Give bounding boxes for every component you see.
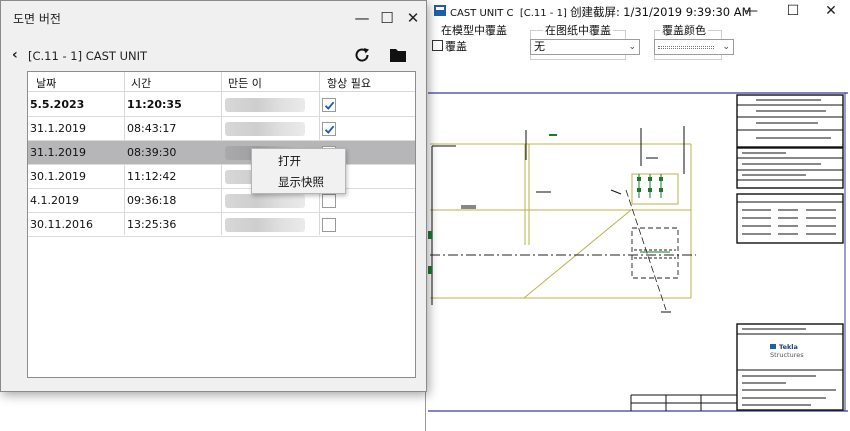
date-cell: 31.1.2019 xyxy=(30,146,86,159)
folder-icon[interactable] xyxy=(389,47,407,63)
tekla-logo-line1: Tekla xyxy=(779,343,798,351)
column-header-date[interactable]: 날짜 xyxy=(36,75,56,91)
snapshot-title-mark: [C.11 - 1] xyxy=(519,8,567,19)
maximize-icon[interactable]: ☐ xyxy=(773,0,813,22)
minimize-icon[interactable]: — xyxy=(731,0,771,22)
tekla-logo-line2: Structures xyxy=(770,351,804,359)
column-header-time[interactable]: 시간 xyxy=(131,75,151,91)
table-row[interactable]: 31.1.2019 08:43:17 xyxy=(28,117,415,141)
time-cell: 11:20:35 xyxy=(127,98,182,111)
context-menu-item-show-snapshot[interactable]: 显示快照 xyxy=(252,172,345,192)
drawing-versions-dialog: 도면 버전 — ☐ ✕ ‹ [C.11 - 1] CAST UNIT 날짜 시간… xyxy=(0,0,427,392)
snapshot-title-app: CAST UNIT C xyxy=(450,8,514,19)
back-icon[interactable]: ‹ xyxy=(12,48,18,62)
minimize-icon[interactable]: — xyxy=(351,7,373,29)
blurred-author-cell xyxy=(225,194,305,208)
context-menu-item-open[interactable]: 打开 xyxy=(252,151,345,171)
dialog-titlebar[interactable]: 도면 버전 — ☐ ✕ xyxy=(1,1,426,35)
checkmark-icon xyxy=(324,125,335,134)
context-menu: 打开 显示快照 xyxy=(251,148,346,194)
drawing-snapshot-canvas[interactable]: Tekla Structures xyxy=(426,90,850,412)
overlay-color-label: 覆盖颜色 xyxy=(660,22,708,38)
column-header-always-required[interactable]: 항상 필요 xyxy=(327,75,371,91)
table-row[interactable]: 30.11.2016 13:25:36 xyxy=(28,213,415,237)
refresh-icon[interactable] xyxy=(353,46,371,64)
table-row[interactable]: 30.1.2019 11:12:42 xyxy=(28,165,415,189)
snapshot-title-label: 创建截屏: xyxy=(570,5,620,19)
tekla-logo-icon: Tekla Structures xyxy=(770,343,804,359)
date-cell: 4.1.2019 xyxy=(30,194,79,207)
table-row[interactable]: 31.1.2019 08:39:30 xyxy=(28,141,415,165)
maximize-icon[interactable]: ☐ xyxy=(376,7,398,29)
snapshot-window: CAST UNIT C [C.11 - 1] 创建截屏: 1/31/2019 9… xyxy=(425,0,850,431)
drawing-overlay-select[interactable]: 无 ⌄ xyxy=(530,39,640,55)
drawing-overlay-value: 无 xyxy=(534,40,545,53)
date-cell: 30.1.2019 xyxy=(30,170,86,183)
versions-table: 날짜 시간 만든 이 항상 필요 5.5.2023 11:20:35 31.1.20… xyxy=(27,71,416,378)
breadcrumb: [C.11 - 1] CAST UNIT xyxy=(28,49,148,63)
date-cell: 30.11.2016 xyxy=(30,218,93,231)
snapshot-titlebar[interactable]: CAST UNIT C [C.11 - 1] 创建截屏: 1/31/2019 9… xyxy=(426,0,850,22)
overlay-color-select[interactable]: ⌄ xyxy=(654,39,734,55)
date-cell: 5.5.2023 xyxy=(30,98,85,111)
snapshot-title: CAST UNIT C [C.11 - 1] 创建截屏: 1/31/2019 9… xyxy=(450,4,752,20)
column-header-created-by[interactable]: 만든 이 xyxy=(228,75,262,91)
always-required-checkbox[interactable] xyxy=(322,218,336,232)
time-cell: 11:12:42 xyxy=(127,170,177,183)
drawing-overlay-label: 在图纸中覆盖 xyxy=(543,22,613,38)
close-icon[interactable]: ✕ xyxy=(811,0,850,22)
table-row[interactable]: 4.1.2019 09:36:18 xyxy=(28,189,415,213)
dotted-color-swatch xyxy=(658,46,714,49)
chevron-down-icon: ⌄ xyxy=(722,42,730,52)
table-row[interactable]: 5.5.2023 11:20:35 xyxy=(28,93,415,117)
always-required-checkbox[interactable] xyxy=(322,98,336,112)
time-cell: 08:43:17 xyxy=(127,122,177,135)
dialog-toolbar: ‹ [C.11 - 1] CAST UNIT xyxy=(1,45,426,67)
chevron-down-icon: ⌄ xyxy=(628,42,636,52)
checkmark-icon xyxy=(324,101,335,110)
desktop: CAST UNIT C [C.11 - 1] 创建截屏: 1/31/2019 9… xyxy=(0,0,850,431)
overlay-checkbox-label: 覆盖 xyxy=(445,40,467,53)
time-cell: 09:36:18 xyxy=(127,194,177,207)
blurred-author-cell xyxy=(225,98,305,112)
time-cell: 08:39:30 xyxy=(127,146,177,159)
time-cell: 13:25:36 xyxy=(127,218,177,231)
always-required-checkbox[interactable] xyxy=(322,122,336,136)
tekla-app-icon xyxy=(434,5,446,16)
close-icon[interactable]: ✕ xyxy=(402,7,424,29)
model-overlay-label: 在模型中覆盖 xyxy=(441,24,507,37)
blurred-author-cell xyxy=(225,218,305,232)
overlay-checkbox[interactable] xyxy=(432,40,443,51)
always-required-checkbox[interactable] xyxy=(322,194,336,208)
dialog-title: 도면 버전 xyxy=(13,12,61,26)
date-cell: 31.1.2019 xyxy=(30,122,86,135)
blurred-author-cell xyxy=(225,122,305,136)
